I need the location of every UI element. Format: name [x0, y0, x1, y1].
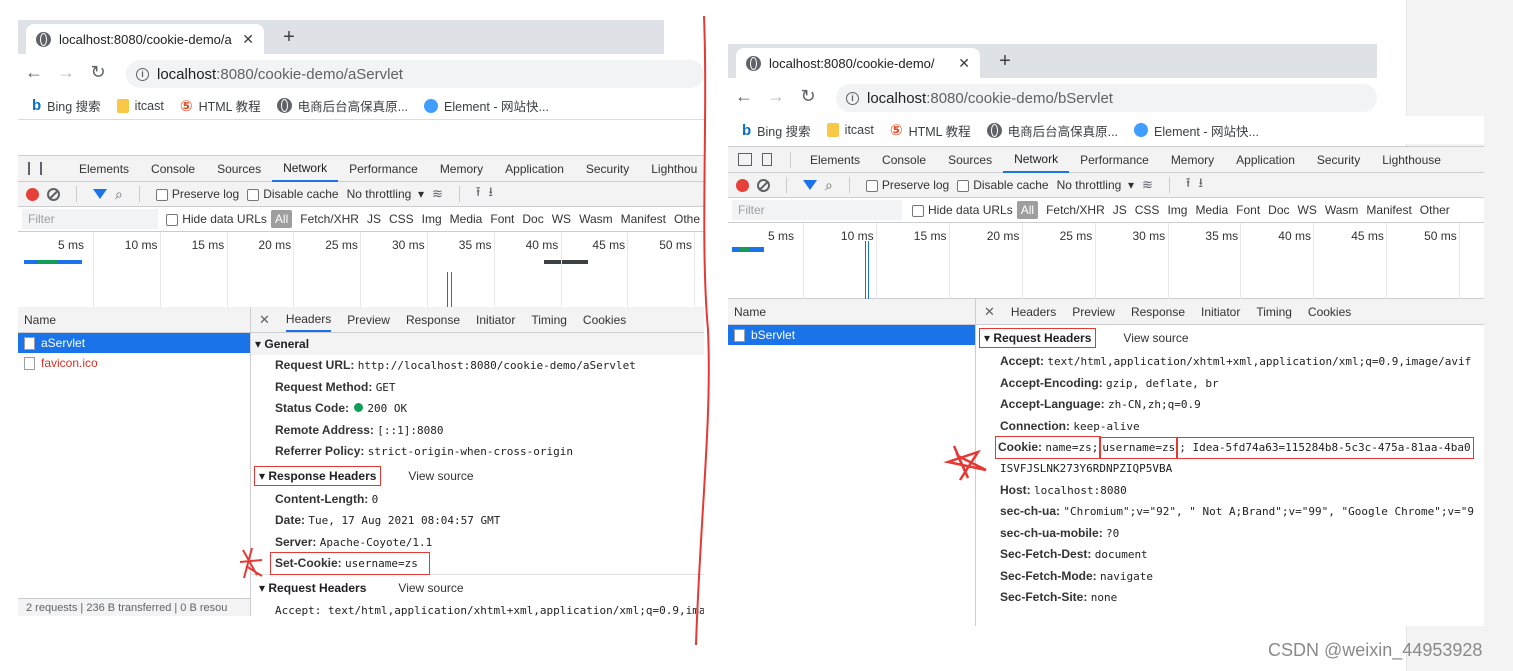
red-star-mark-right [943, 445, 987, 481]
red-star-mark-left [239, 547, 263, 579]
annotation-overlay [239, 15, 987, 646]
watermark: CSDN @weixin_44953928 [1268, 640, 1483, 660]
red-divider-line [695, 15, 710, 646]
